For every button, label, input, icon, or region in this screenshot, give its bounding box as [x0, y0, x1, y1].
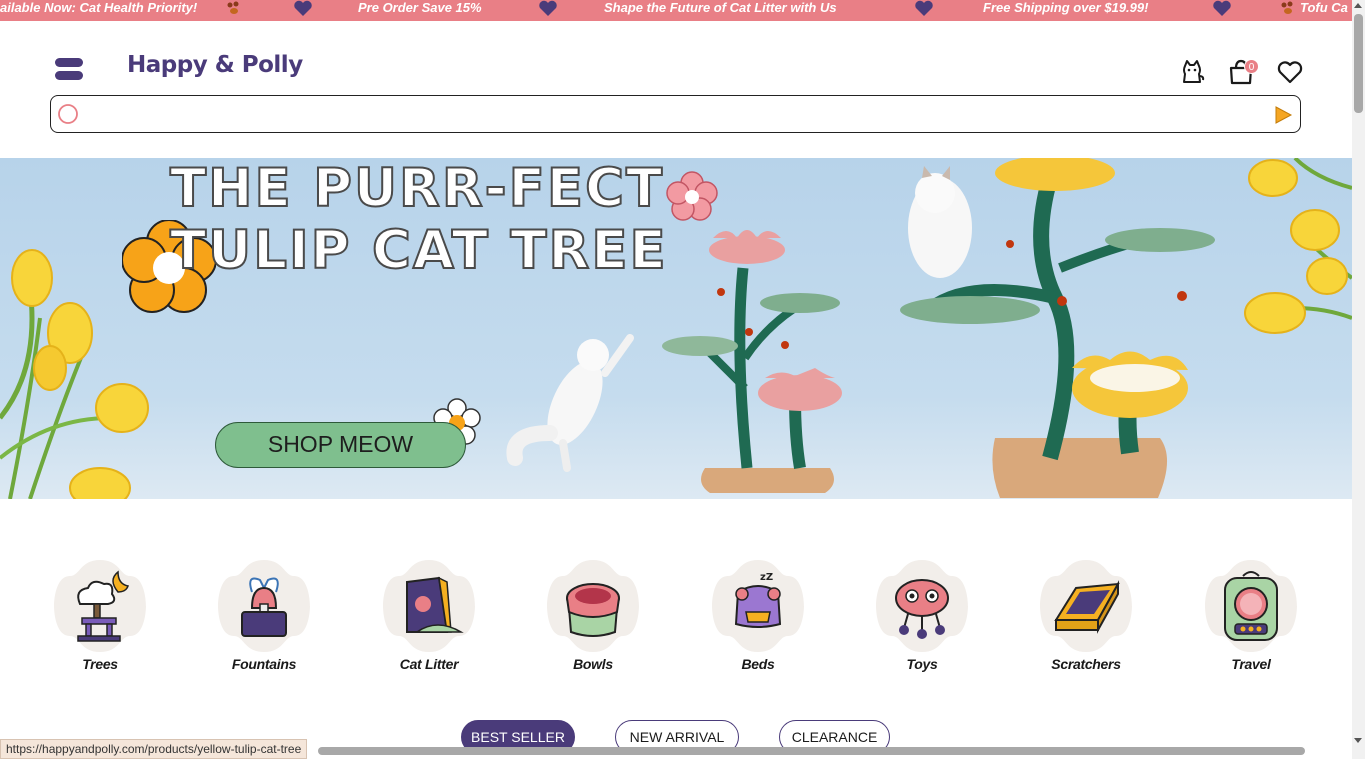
menu-button[interactable] [55, 58, 85, 82]
account-cat-icon[interactable] [1178, 58, 1206, 86]
search-submit-icon[interactable] [1272, 104, 1294, 126]
cat-tree-icon [54, 560, 146, 652]
category-list: Trees Fountains Cat Litter Bowls zZ Beds… [48, 558, 1300, 678]
scratcher-icon [1040, 560, 1132, 652]
category-label: Travel [1231, 656, 1271, 672]
hero-banner[interactable]: THE PURR-FECT TULIP CAT TREE SHOP MEOW [0, 158, 1352, 499]
menu-bar [55, 71, 83, 80]
jumping-cat-illustration [506, 334, 634, 472]
scroll-thumb[interactable] [1354, 14, 1363, 113]
yellow-tulip-cat-tree-illustration [900, 158, 1215, 498]
category-label: Fountains [231, 656, 297, 672]
category-travel[interactable]: Travel [1201, 558, 1301, 672]
search-input[interactable] [91, 100, 1251, 128]
category-scratchers[interactable]: Scratchers [1036, 558, 1136, 672]
travel-backpack-icon [1205, 560, 1297, 652]
category-label: Beds [741, 656, 775, 672]
svg-text:zZ: zZ [760, 572, 773, 583]
category-label: Cat Litter [399, 656, 459, 672]
hero-title-line1: THE PURR-FECT [169, 158, 665, 220]
announcement-item[interactable]: Free Shipping over $19.99! [983, 0, 1148, 21]
paw-icon [1281, 1, 1293, 14]
category-label: Scratchers [1051, 656, 1121, 672]
category-label: Toys [906, 656, 938, 672]
announcement-item[interactable]: Tofu Ca [1300, 0, 1348, 21]
pink-flower-icon [666, 171, 718, 221]
announcement-item[interactable]: Pre Order Save 15% [358, 0, 482, 21]
search-icon [58, 104, 78, 124]
category-cat-litter[interactable]: Cat Litter [379, 558, 479, 672]
vertical-scrollbar[interactable] [1352, 0, 1365, 759]
status-bar-url: https://happyandpolly.com/products/yello… [0, 739, 308, 759]
cart-count-badge: 0 [1244, 59, 1259, 74]
announcement-bar: ailable Now: Cat Health Priority! Pre Or… [0, 0, 1352, 21]
heart-icon [294, 0, 312, 17]
search-bar [50, 95, 1301, 133]
bowl-icon [547, 560, 639, 652]
litter-bag-icon [383, 560, 475, 652]
announcement-item[interactable]: ailable Now: Cat Health Priority! [0, 0, 197, 21]
menu-bar [55, 58, 83, 67]
scroll-up-arrow[interactable] [1354, 3, 1362, 8]
toy-icon [876, 560, 968, 652]
bed-icon: zZ [712, 560, 804, 652]
category-trees[interactable]: Trees [50, 558, 150, 672]
announcement-item[interactable]: Shape the Future of Cat Litter with Us [604, 0, 837, 21]
category-label: Trees [82, 656, 118, 672]
shop-meow-button[interactable]: SHOP MEOW [215, 422, 466, 468]
fountain-icon [218, 560, 310, 652]
heart-icon [915, 0, 933, 17]
category-label: Bowls [573, 656, 613, 672]
hero-title: THE PURR-FECT TULIP CAT TREE [169, 158, 668, 282]
pink-tulip-cat-tree-illustration [662, 230, 842, 493]
scroll-down-arrow[interactable] [1354, 738, 1362, 743]
heart-icon [539, 0, 557, 17]
site-logo[interactable]: Happy & Polly [127, 52, 303, 78]
tulips-right-illustration [1244, 158, 1352, 334]
category-bowls[interactable]: Bowls [543, 558, 643, 672]
category-fountains[interactable]: Fountains [214, 558, 314, 672]
horizontal-scrollbar[interactable] [318, 747, 1305, 755]
heart-icon [1213, 0, 1231, 17]
hero-title-line2: TULIP CAT TREE [169, 219, 668, 282]
paw-icon [227, 1, 239, 14]
category-toys[interactable]: Toys [872, 558, 972, 672]
wishlist-heart-icon[interactable] [1276, 58, 1304, 86]
category-beds[interactable]: zZ Beds [708, 558, 808, 672]
